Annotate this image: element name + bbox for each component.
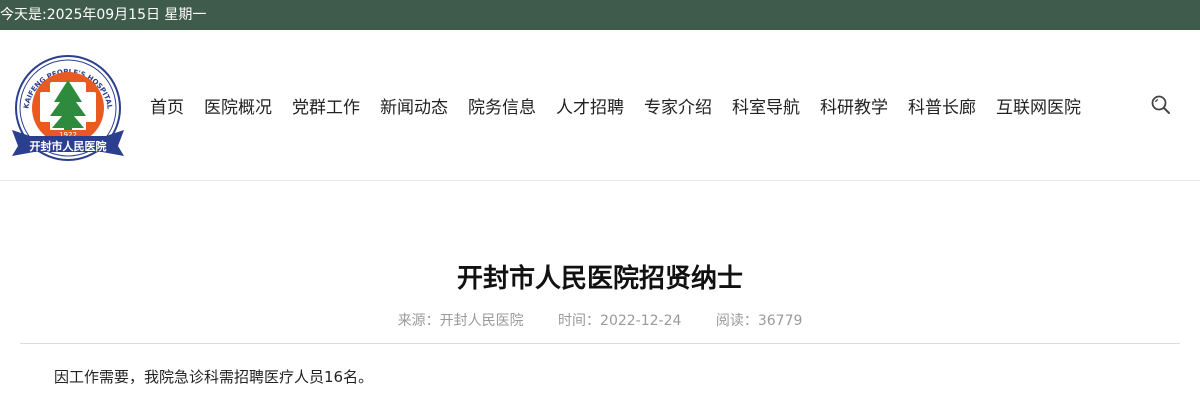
article-views: 阅读：36779 — [715, 313, 803, 329]
article-paragraph: 因工作需要，我院急诊科需招聘医疗人员16名。 — [54, 368, 374, 386]
article-meta: 来源：开封人民医院 时间：2022-12-24 阅读：36779 — [0, 310, 1200, 330]
search-icon[interactable] — [1149, 93, 1173, 117]
nav-item-research-teaching[interactable]: 科研教学 — [820, 93, 888, 118]
nav-item-recruitment[interactable]: 人才招聘 — [556, 93, 624, 118]
nav-item-home[interactable]: 首页 — [150, 93, 184, 118]
article-title: 开封市人民医院招贤纳士 — [456, 264, 743, 294]
nav-item-science-gallery[interactable]: 科普长廊 — [908, 93, 976, 118]
top-date-bar: 今天是:2025年09月15日 星期一 — [0, 0, 1200, 30]
nav-item-hospital-overview[interactable]: 医院概况 — [204, 93, 272, 118]
article-time: 时间：2022-12-24 — [558, 313, 682, 329]
nav-item-party-work[interactable]: 党群工作 — [292, 93, 360, 118]
divider — [20, 343, 1180, 344]
nav-item-departments[interactable]: 科室导航 — [732, 93, 800, 118]
main-nav: 首页 医院概况 党群工作 新闻动态 院务信息 人才招聘 专家介绍 科室导航 科研… — [150, 90, 1101, 120]
nav-item-affairs-info[interactable]: 院务信息 — [468, 93, 536, 118]
nav-item-experts[interactable]: 专家介绍 — [644, 93, 712, 118]
current-date: 今天是:2025年09月15日 星期一 — [0, 7, 207, 23]
site-header: KAIFENG PEOPLE'S HOSPITAL 1922 开封市人民医院 首… — [0, 30, 1200, 181]
article-source: 来源：开封人民医院 — [397, 313, 524, 329]
nav-item-internet-hospital[interactable]: 互联网医院 — [996, 93, 1081, 118]
hospital-logo[interactable]: KAIFENG PEOPLE'S HOSPITAL 1922 开封市人民医院 — [6, 52, 130, 164]
nav-item-news[interactable]: 新闻动态 — [380, 93, 448, 118]
logo-ribbon-text: 开封市人民医院 — [30, 139, 107, 153]
